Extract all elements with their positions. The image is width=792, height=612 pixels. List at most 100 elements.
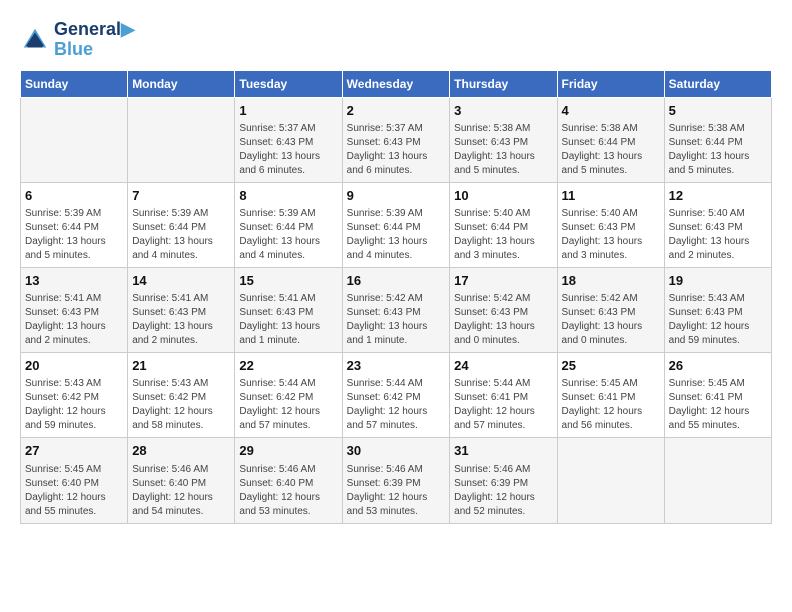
day-number: 19 [669, 272, 767, 290]
day-cell: 18 Sunrise: 5:42 AM Sunset: 6:43 PM Dayli… [557, 267, 664, 352]
day-cell: 21 Sunrise: 5:43 AM Sunset: 6:42 PM Dayli… [128, 353, 235, 438]
day-number: 25 [562, 357, 660, 375]
day-number: 22 [239, 357, 337, 375]
day-cell: 16 Sunrise: 5:42 AM Sunset: 6:43 PM Dayli… [342, 267, 450, 352]
logo-text: General▶ Blue [54, 20, 135, 60]
week-row-3: 13Sunrise: 5:41 AM Sunset: 6:43 PM Dayli… [21, 267, 772, 352]
day-cell: 7 Sunrise: 5:39 AM Sunset: 6:44 PM Daylig… [128, 182, 235, 267]
day-info: Sunrise: 5:39 AM Sunset: 6:44 PM Dayligh… [347, 207, 446, 263]
day-info: Sunrise: 5:43 AM Sunset: 6:42 PM Dayligh… [25, 377, 123, 433]
day-cell: 12 Sunrise: 5:40 AM Sunset: 6:43 PM Dayli… [664, 182, 771, 267]
calendar-table: SundayMondayTuesdayWednesdayThursdayFrid… [20, 70, 772, 524]
day-info: Sunrise: 5:44 AM Sunset: 6:41 PM Dayligh… [454, 377, 552, 433]
day-number: 21 [132, 357, 230, 375]
week-row-5: 27 Sunrise: 5:45 AM Sunset: 6:40 PM Dayli… [21, 438, 772, 523]
day-cell: 6Sunrise: 5:39 AM Sunset: 6:44 PM Daylig… [21, 182, 128, 267]
day-cell: 20 Sunrise: 5:43 AM Sunset: 6:42 PM Dayli… [21, 353, 128, 438]
day-number: 31 [454, 442, 552, 460]
day-info: Sunrise: 5:37 AM Sunset: 6:43 PM Dayligh… [347, 122, 446, 178]
day-cell: 19 Sunrise: 5:43 AM Sunset: 6:43 PM Dayli… [664, 267, 771, 352]
day-info: Sunrise: 5:39 AM Sunset: 6:44 PM Dayligh… [239, 207, 337, 263]
day-number: 28 [132, 442, 230, 460]
day-info: Sunrise: 5:40 AM Sunset: 6:43 PM Dayligh… [669, 207, 767, 263]
day-number: 1 [239, 102, 337, 120]
day-cell: 11 Sunrise: 5:40 AM Sunset: 6:43 PM Dayli… [557, 182, 664, 267]
day-info: Sunrise: 5:45 AM Sunset: 6:41 PM Dayligh… [562, 377, 660, 433]
day-info: Sunrise: 5:37 AM Sunset: 6:43 PM Dayligh… [239, 122, 337, 178]
day-info: Sunrise: 5:39 AM Sunset: 6:44 PM Dayligh… [132, 207, 230, 263]
day-info: Sunrise: 5:40 AM Sunset: 6:43 PM Dayligh… [562, 207, 660, 263]
day-cell: 13Sunrise: 5:41 AM Sunset: 6:43 PM Dayli… [21, 267, 128, 352]
day-number: 20 [25, 357, 123, 375]
week-row-4: 20 Sunrise: 5:43 AM Sunset: 6:42 PM Dayli… [21, 353, 772, 438]
day-number: 16 [347, 272, 446, 290]
day-cell [557, 438, 664, 523]
weekday-header-monday: Monday [128, 70, 235, 97]
day-cell: 8 Sunrise: 5:39 AM Sunset: 6:44 PM Daylig… [235, 182, 342, 267]
day-cell: 25 Sunrise: 5:45 AM Sunset: 6:41 PM Dayli… [557, 353, 664, 438]
weekday-header-friday: Friday [557, 70, 664, 97]
day-info: Sunrise: 5:46 AM Sunset: 6:39 PM Dayligh… [347, 463, 446, 519]
day-cell: 5 Sunrise: 5:38 AM Sunset: 6:44 PM Daylig… [664, 97, 771, 182]
day-info: Sunrise: 5:46 AM Sunset: 6:40 PM Dayligh… [239, 463, 337, 519]
day-cell: 2 Sunrise: 5:37 AM Sunset: 6:43 PM Daylig… [342, 97, 450, 182]
day-number: 8 [239, 187, 337, 205]
day-cell: 4Sunrise: 5:38 AM Sunset: 6:44 PM Daylig… [557, 97, 664, 182]
day-cell: 14Sunrise: 5:41 AM Sunset: 6:43 PM Dayli… [128, 267, 235, 352]
day-number: 27 [25, 442, 123, 460]
day-number: 17 [454, 272, 552, 290]
day-number: 26 [669, 357, 767, 375]
day-number: 10 [454, 187, 552, 205]
day-info: Sunrise: 5:44 AM Sunset: 6:42 PM Dayligh… [347, 377, 446, 433]
day-number: 15 [239, 272, 337, 290]
day-info: Sunrise: 5:41 AM Sunset: 6:43 PM Dayligh… [25, 292, 123, 348]
day-info: Sunrise: 5:46 AM Sunset: 6:39 PM Dayligh… [454, 463, 552, 519]
weekday-header-wednesday: Wednesday [342, 70, 450, 97]
day-info: Sunrise: 5:42 AM Sunset: 6:43 PM Dayligh… [454, 292, 552, 348]
day-number: 11 [562, 187, 660, 205]
day-cell: 27 Sunrise: 5:45 AM Sunset: 6:40 PM Dayli… [21, 438, 128, 523]
week-row-1: 1 Sunrise: 5:37 AM Sunset: 6:43 PM Daylig… [21, 97, 772, 182]
day-number: 23 [347, 357, 446, 375]
logo-icon [20, 25, 50, 55]
day-cell: 15 Sunrise: 5:41 AM Sunset: 6:43 PM Dayli… [235, 267, 342, 352]
day-info: Sunrise: 5:44 AM Sunset: 6:42 PM Dayligh… [239, 377, 337, 433]
day-info: Sunrise: 5:41 AM Sunset: 6:43 PM Dayligh… [132, 292, 230, 348]
day-info: Sunrise: 5:38 AM Sunset: 6:44 PM Dayligh… [562, 122, 660, 178]
day-cell: 26 Sunrise: 5:45 AM Sunset: 6:41 PM Dayli… [664, 353, 771, 438]
day-info: Sunrise: 5:45 AM Sunset: 6:40 PM Dayligh… [25, 463, 123, 519]
day-number: 3 [454, 102, 552, 120]
day-cell: 3 Sunrise: 5:38 AM Sunset: 6:43 PM Daylig… [450, 97, 557, 182]
day-cell [21, 97, 128, 182]
weekday-header-tuesday: Tuesday [235, 70, 342, 97]
day-info: Sunrise: 5:46 AM Sunset: 6:40 PM Dayligh… [132, 463, 230, 519]
day-info: Sunrise: 5:42 AM Sunset: 6:43 PM Dayligh… [562, 292, 660, 348]
day-number: 2 [347, 102, 446, 120]
day-info: Sunrise: 5:43 AM Sunset: 6:42 PM Dayligh… [132, 377, 230, 433]
day-cell: 10Sunrise: 5:40 AM Sunset: 6:44 PM Dayli… [450, 182, 557, 267]
day-info: Sunrise: 5:38 AM Sunset: 6:44 PM Dayligh… [669, 122, 767, 178]
day-info: Sunrise: 5:39 AM Sunset: 6:44 PM Dayligh… [25, 207, 123, 263]
day-info: Sunrise: 5:41 AM Sunset: 6:43 PM Dayligh… [239, 292, 337, 348]
day-number: 18 [562, 272, 660, 290]
weekday-header-thursday: Thursday [450, 70, 557, 97]
day-cell [128, 97, 235, 182]
day-number: 30 [347, 442, 446, 460]
day-info: Sunrise: 5:38 AM Sunset: 6:43 PM Dayligh… [454, 122, 552, 178]
day-info: Sunrise: 5:42 AM Sunset: 6:43 PM Dayligh… [347, 292, 446, 348]
day-cell: 22 Sunrise: 5:44 AM Sunset: 6:42 PM Dayli… [235, 353, 342, 438]
logo: General▶ Blue [20, 20, 135, 60]
day-info: Sunrise: 5:45 AM Sunset: 6:41 PM Dayligh… [669, 377, 767, 433]
weekday-header-row: SundayMondayTuesdayWednesdayThursdayFrid… [21, 70, 772, 97]
day-info: Sunrise: 5:43 AM Sunset: 6:43 PM Dayligh… [669, 292, 767, 348]
weekday-header-saturday: Saturday [664, 70, 771, 97]
day-cell [664, 438, 771, 523]
day-cell: 1 Sunrise: 5:37 AM Sunset: 6:43 PM Daylig… [235, 97, 342, 182]
day-number: 5 [669, 102, 767, 120]
day-number: 7 [132, 187, 230, 205]
day-cell: 28 Sunrise: 5:46 AM Sunset: 6:40 PM Dayli… [128, 438, 235, 523]
day-cell: 17 Sunrise: 5:42 AM Sunset: 6:43 PM Dayli… [450, 267, 557, 352]
page-header: General▶ Blue [20, 20, 772, 60]
day-cell: 29Sunrise: 5:46 AM Sunset: 6:40 PM Dayli… [235, 438, 342, 523]
day-number: 12 [669, 187, 767, 205]
